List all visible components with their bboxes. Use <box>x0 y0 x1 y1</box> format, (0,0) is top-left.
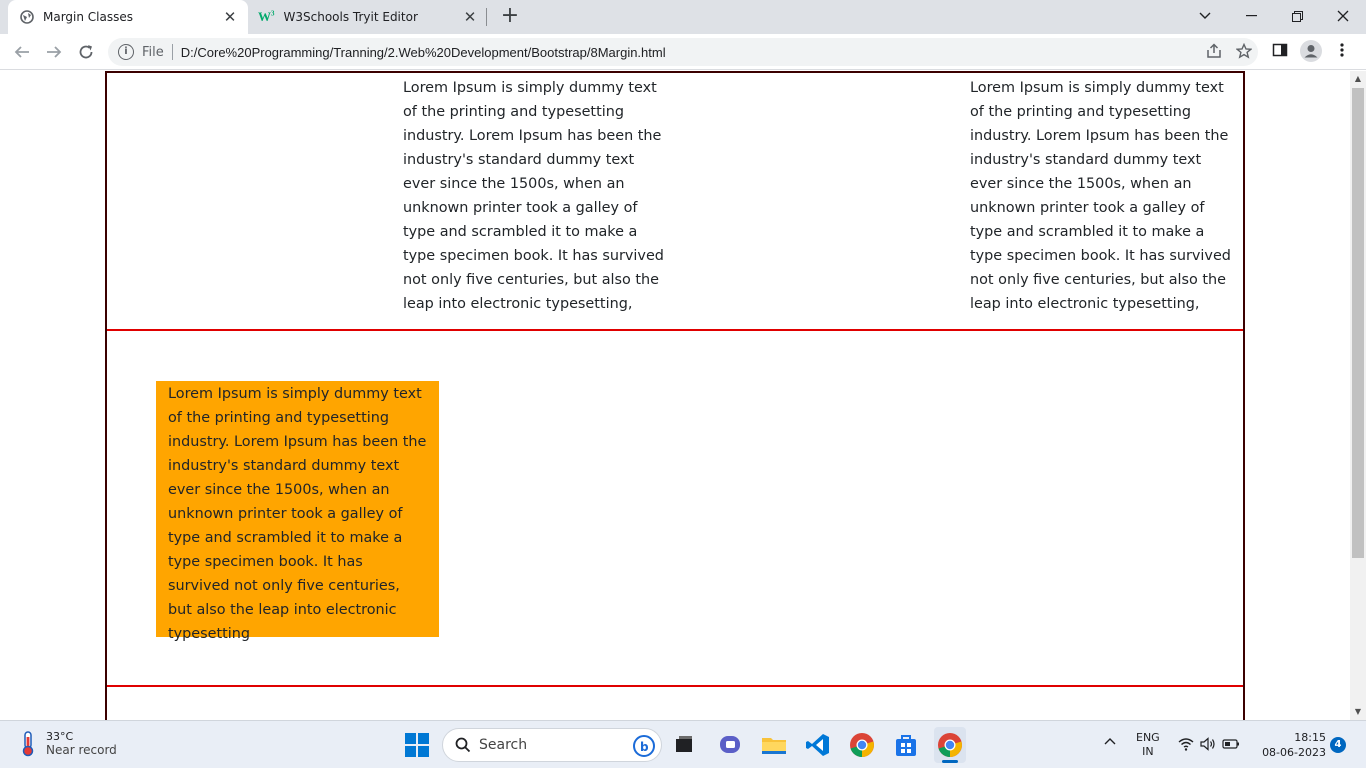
chrome-active-icon[interactable] <box>934 727 966 763</box>
notification-badge[interactable]: 4 <box>1330 737 1346 753</box>
page-scrollbar[interactable]: ▲ ▼ <box>1350 71 1366 720</box>
tab-title: Margin Classes <box>43 10 134 24</box>
reload-icon[interactable] <box>72 38 100 66</box>
lorem-paragraph-col-a: Lorem Ipsum is simply dummy text of the … <box>403 80 664 312</box>
language-indicator[interactable]: ENG IN <box>1136 731 1160 759</box>
weather-condition: Near record <box>46 742 117 757</box>
clock-date: 08-06-2023 <box>1262 746 1326 759</box>
row-1: Lorem Ipsum is simply dummy text of the … <box>107 73 1243 331</box>
language-line2: IN <box>1142 745 1154 758</box>
clock[interactable]: 18:15 08-06-2023 <box>1256 730 1326 760</box>
windows-start-icon[interactable] <box>405 733 429 761</box>
globe-icon <box>20 10 34 24</box>
omnibox-divider <box>171 44 173 60</box>
chrome-icon[interactable] <box>848 731 876 759</box>
tab-margin-classes[interactable]: Margin Classes ✕ <box>8 0 248 34</box>
wifi-icon <box>1178 738 1194 751</box>
restore-icon[interactable] <box>1274 0 1320 32</box>
show-hidden-icons-chevron-icon[interactable] <box>1104 735 1116 748</box>
forward-arrow-icon[interactable] <box>40 38 68 66</box>
thermometer-icon <box>22 731 34 757</box>
weather-temperature: 33°C <box>46 729 74 743</box>
battery-icon <box>1222 739 1239 749</box>
browser-toolbar: i File D:/Core%20Programming/Tranning/2.… <box>0 34 1366 70</box>
file-explorer-icon[interactable] <box>760 731 788 759</box>
windows-taskbar: 33°C Near record Search b ENG IN 18:15 0… <box>0 720 1366 768</box>
lorem-paragraph-col-b: Lorem Ipsum is simply dummy text of the … <box>970 80 1231 312</box>
lorem-paragraph-box: Lorem Ipsum is simply dummy text of the … <box>168 386 427 642</box>
bookmark-star-icon[interactable] <box>1235 42 1253 63</box>
tab-separator <box>486 8 487 26</box>
bootstrap-container: Lorem Ipsum is simply dummy text of the … <box>105 71 1245 720</box>
search-icon <box>455 737 471 753</box>
minimize-icon[interactable] <box>1228 0 1274 32</box>
profile-avatar[interactable] <box>1300 40 1322 62</box>
new-tab-button[interactable]: + <box>498 4 522 30</box>
tab-title: W3Schools Tryit Editor <box>283 10 418 24</box>
tab-strip: Margin Classes ✕ W3 W3Schools Tryit Edit… <box>0 0 1366 34</box>
volume-icon <box>1200 737 1215 751</box>
close-tab-icon[interactable]: ✕ <box>458 8 482 26</box>
close-tab-icon[interactable]: ✕ <box>218 8 242 26</box>
search-label: Search <box>479 737 528 753</box>
row-2: Lorem Ipsum is simply dummy text of the … <box>107 333 1243 687</box>
side-panel-icon[interactable] <box>1272 42 1288 62</box>
vscode-icon[interactable] <box>804 731 832 759</box>
address-bar[interactable]: i File D:/Core%20Programming/Tranning/2.… <box>108 38 1258 66</box>
info-icon[interactable]: i <box>118 44 134 60</box>
tab-search-chevron-icon[interactable] <box>1182 0 1228 32</box>
scroll-up-arrow-icon[interactable]: ▲ <box>1350 71 1366 87</box>
tab-w3schools[interactable]: W3 W3Schools Tryit Editor ✕ <box>250 0 488 34</box>
page-viewport: Lorem Ipsum is simply dummy text of the … <box>0 71 1350 720</box>
bing-icon: b <box>633 735 655 757</box>
menu-kebab-icon[interactable] <box>1340 42 1344 62</box>
microsoft-store-icon[interactable] <box>892 731 920 759</box>
weather-widget[interactable]: 33°C Near record <box>18 729 117 757</box>
taskbar-search[interactable]: Search b <box>442 728 662 762</box>
w3schools-icon: W3 <box>258 9 275 24</box>
task-view-icon[interactable] <box>670 731 698 759</box>
language-line1: ENG <box>1136 731 1160 744</box>
orange-margin-box: Lorem Ipsum is simply dummy text of the … <box>156 381 439 642</box>
back-arrow-icon[interactable] <box>8 38 36 66</box>
url-text[interactable]: D:/Core%20Programming/Tranning/2.Web%20D… <box>181 45 666 60</box>
system-tray-quick-settings[interactable] <box>1178 737 1240 751</box>
teams-chat-icon[interactable] <box>716 731 744 759</box>
scroll-down-arrow-icon[interactable]: ▼ <box>1350 704 1366 720</box>
scroll-thumb[interactable] <box>1352 88 1364 558</box>
scheme-label: File <box>142 44 164 60</box>
close-window-icon[interactable] <box>1320 0 1366 32</box>
clock-time: 18:15 <box>1294 731 1326 744</box>
svg-text:b: b <box>640 740 649 754</box>
share-icon[interactable] <box>1206 43 1222 63</box>
